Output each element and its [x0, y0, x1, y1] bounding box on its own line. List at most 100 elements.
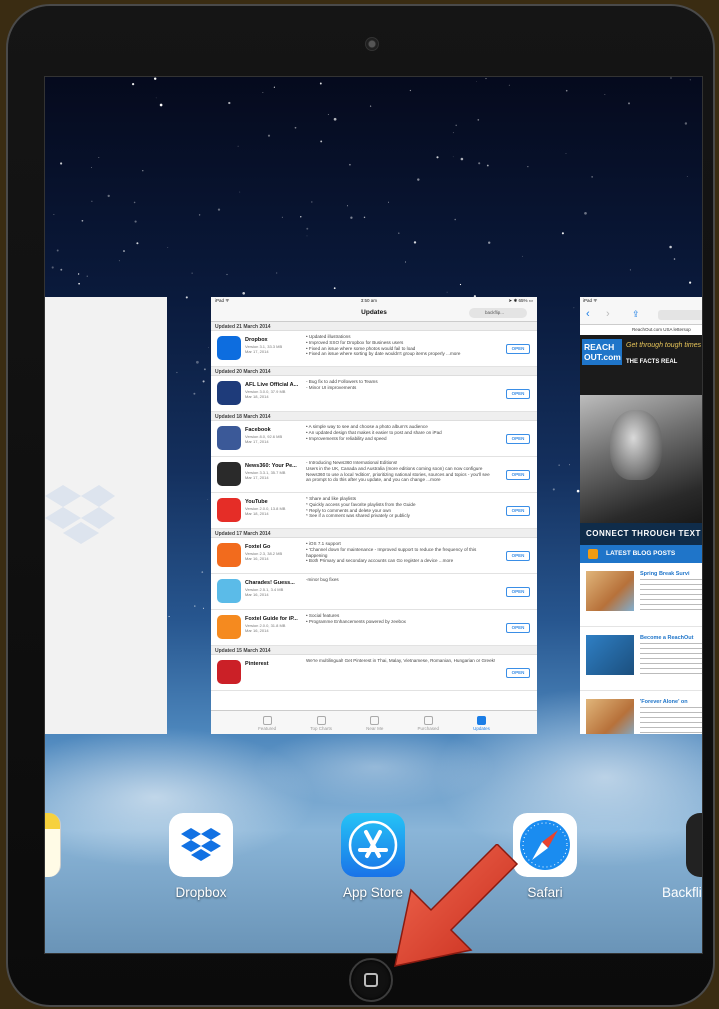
search-field[interactable]: backflip... — [469, 308, 527, 318]
update-row[interactable]: Pinterest We're multilingual! Get Pintere… — [211, 655, 537, 691]
arrow-annotation-icon — [394, 844, 519, 967]
tab-updates[interactable]: Updates — [473, 716, 490, 731]
update-row[interactable]: Dropbox Version 3.1, 33.3 MB Mar 17, 2014 •… — [211, 331, 537, 367]
app-version: Version 3.1, 33.3 MB Mar 17, 2014 — [245, 344, 303, 354]
dropbox-app-icon — [217, 336, 241, 360]
open-button[interactable]: OPEN — [506, 389, 530, 399]
dock-app-dropbox[interactable]: Dropbox — [153, 813, 249, 900]
background: iPad ᯤ 3:50 am ➤ ✱ 65% ▭ Updates backfli… — [0, 0, 719, 1009]
release-notes: -minor bug fixes — [306, 577, 339, 582]
section-header: Updated 15 March 2014 — [211, 646, 537, 655]
open-button[interactable]: OPEN — [506, 623, 530, 633]
foxtel-guide-app-icon — [217, 615, 241, 639]
section-header: Updated 18 March 2014 — [211, 412, 537, 421]
dropbox-card-partial[interactable] — [45, 297, 167, 734]
status-time: 3:50 am — [360, 298, 378, 303]
date-text: Mar 17, 2014 — [245, 475, 269, 480]
notes-app-icon-partial[interactable] — [45, 813, 61, 877]
post-excerpt — [640, 579, 702, 613]
open-button[interactable]: OPEN — [506, 470, 530, 480]
foxtel-go-app-icon — [217, 543, 241, 567]
app-name: Foxtel Guide for iP... — [245, 616, 298, 622]
open-button[interactable]: OPEN — [506, 506, 530, 516]
app-version: Version 8.0, 92.6 MB Mar 17, 2014 — [245, 434, 303, 444]
open-button[interactable]: OPEN — [506, 587, 530, 597]
dock-label: Dropbox — [175, 885, 227, 900]
search-text: backflip... — [485, 310, 505, 315]
dock-label: Backfli — [662, 885, 702, 900]
post-thumbnail — [586, 635, 634, 675]
app-version: Version 3.3.1, 35.7 MB Mar 17, 2014 — [245, 470, 303, 480]
site-banner: REACH OUT.com Get through tough times TH… — [580, 335, 702, 395]
open-button[interactable]: OPEN — [506, 551, 530, 561]
tab-near-me[interactable]: Near Me — [366, 716, 383, 731]
tab-top-charts[interactable]: Top Charts — [310, 716, 332, 731]
page-url: ReachOut.com USA lettersop — [580, 325, 702, 335]
reachout-logo[interactable]: REACH OUT.com — [582, 339, 622, 365]
app-version — [245, 668, 303, 673]
dropbox-icon — [169, 813, 233, 877]
dock-app-backflip[interactable]: Backfli — [662, 813, 702, 900]
update-row[interactable]: Foxtel Go Version 2.3, 38.2 MB Mar 16, 201… — [211, 538, 537, 574]
tab-label: Purchased — [417, 726, 439, 731]
open-button[interactable]: OPEN — [506, 434, 530, 444]
charades-app-icon — [217, 579, 241, 603]
tab-featured[interactable]: Featured — [258, 716, 276, 731]
forward-icon[interactable]: › — [606, 309, 610, 320]
facebook-app-icon — [217, 426, 241, 450]
tab-purchased[interactable]: Purchased — [417, 716, 439, 731]
dropbox-logo-icon — [45, 485, 115, 544]
release-notes: We're multilingual! Get Pinterest in Tha… — [306, 658, 496, 663]
app-name: YouTube — [245, 499, 268, 505]
post-title[interactable]: Become a ReachOut — [640, 635, 694, 641]
post-title[interactable]: 'Forever Alone' on — [640, 699, 688, 705]
open-button[interactable]: OPEN — [506, 344, 530, 354]
post-title[interactable]: Spring Break Survi — [640, 571, 690, 577]
back-icon[interactable]: ‹ — [586, 309, 590, 320]
share-icon[interactable]: ⇪ — [632, 309, 640, 319]
tab-icon — [423, 716, 433, 725]
status-bar: iPad ᯤ 3:50 am ➤ ✱ 65% ▭ — [211, 297, 537, 305]
app-name: Foxtel Go — [245, 544, 271, 550]
connect-through-text-banner[interactable]: CONNECT THROUGH TEXT — [580, 523, 702, 545]
afl-app-icon — [217, 381, 241, 405]
update-row[interactable]: AFL Live Official A... Version 3.0.0, 37.… — [211, 376, 537, 412]
pinterest-app-icon — [217, 660, 241, 684]
release-notes: * Share and like playlists * Quickly acc… — [306, 496, 416, 519]
home-button[interactable] — [349, 958, 393, 1002]
app-version: Version 2.0.0, 13.8 MB Mar 18, 2014 — [245, 506, 303, 516]
hero-photo: CONNECT THROUGH TEXT — [580, 395, 702, 545]
release-notes: - Bug fix to add Followers to Teams - Mi… — [306, 379, 378, 390]
status-battery: ➤ ✱ 65% ▭ — [508, 298, 533, 303]
site-tagline: Get through tough times — [626, 342, 702, 349]
app-version: Version 2.0.0, 31.8 MB Mar 16, 2014 — [245, 623, 303, 633]
app-name: News360: Your Pe... — [245, 463, 297, 469]
updates-list: Updated 21 March 2014 Dropbox Version 3.1,… — [211, 322, 537, 691]
date-text: Mar 18, 2014 — [245, 394, 269, 399]
dock-label: Safari — [527, 885, 563, 900]
blog-post[interactable]: Become a ReachOut — [580, 627, 702, 691]
ipad-device: iPad ᯤ 3:50 am ➤ ✱ 65% ▭ Updates backfli… — [6, 4, 715, 1007]
news360-app-icon — [217, 462, 241, 486]
app-store-card[interactable]: iPad ᯤ 3:50 am ➤ ✱ 65% ▭ Updates backfli… — [211, 297, 537, 734]
update-row[interactable]: Charades! Guess... Version 2.5.1, 3.4 MB M… — [211, 574, 537, 610]
update-row[interactable]: Foxtel Guide for iP... Version 2.0.0, 31.… — [211, 610, 537, 646]
blog-post[interactable]: Spring Break Survi — [580, 563, 702, 627]
release-notes: • Updated illustrations • Improved SSO f… — [306, 334, 461, 357]
safari-card[interactable]: iPad ᯤ ‹ › ⇪ ReachOut.com USA lettersop … — [580, 297, 702, 734]
update-row[interactable]: News360: Your Pe... Version 3.3.1, 35.7 M… — [211, 457, 537, 493]
site-nav-facts[interactable]: THE FACTS REAL — [626, 359, 677, 365]
date-text: Mar 16, 2014 — [245, 628, 269, 633]
date-text: Mar 18, 2014 — [245, 511, 269, 516]
app-version: Version 3.0.0, 37.9 MB Mar 18, 2014 — [245, 389, 303, 399]
face-image — [610, 410, 662, 480]
blog-post[interactable]: 'Forever Alone' on — [580, 691, 702, 734]
app-name: Charades! Guess... — [245, 580, 295, 586]
youtube-app-icon — [217, 498, 241, 522]
app-name: AFL Live Official A... — [245, 382, 299, 388]
release-notes: • Social features • Programme Enhancemen… — [306, 613, 406, 624]
open-button[interactable]: OPEN — [506, 668, 530, 678]
address-bar[interactable] — [658, 310, 702, 320]
update-row[interactable]: YouTube Version 2.0.0, 13.8 MB Mar 18, 201… — [211, 493, 537, 529]
update-row[interactable]: Facebook Version 8.0, 92.6 MB Mar 17, 2014… — [211, 421, 537, 457]
